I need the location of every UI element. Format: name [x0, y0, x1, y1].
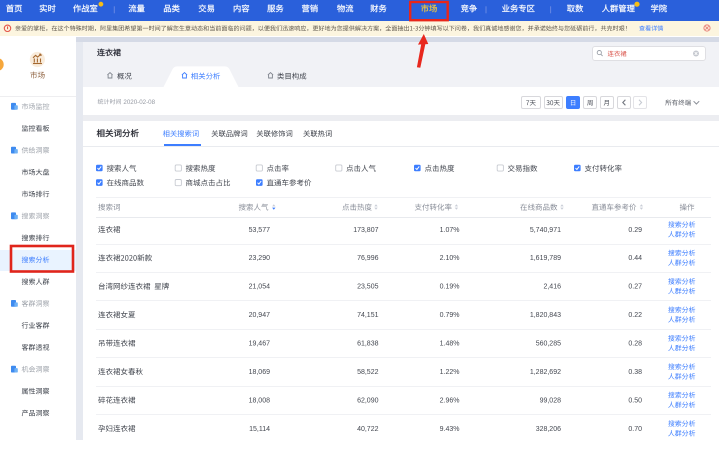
- svg-text:1,282,692: 1,282,692: [530, 369, 561, 376]
- svg-text:23,290: 23,290: [249, 255, 271, 262]
- svg-text:23,505: 23,505: [357, 284, 379, 291]
- svg-text:99,028: 99,028: [540, 397, 562, 404]
- svg-text:0.19%: 0.19%: [440, 284, 460, 291]
- svg-text:20,947: 20,947: [249, 312, 271, 319]
- svg-text:0.70: 0.70: [628, 426, 642, 433]
- svg-text:19,467: 19,467: [249, 341, 271, 348]
- svg-text:62,090: 62,090: [357, 397, 379, 404]
- svg-text:18,008: 18,008: [249, 397, 271, 404]
- svg-text:328,206: 328,206: [536, 426, 561, 433]
- svg-text:0.22: 0.22: [628, 312, 642, 319]
- svg-text:2,416: 2,416: [543, 284, 561, 291]
- svg-text:173,807: 173,807: [353, 227, 378, 234]
- svg-text:15,114: 15,114: [249, 426, 270, 433]
- svg-text:61,838: 61,838: [357, 341, 379, 348]
- svg-text:0.38: 0.38: [628, 369, 642, 376]
- svg-text:0.29: 0.29: [628, 227, 642, 234]
- svg-text:53,577: 53,577: [249, 227, 271, 234]
- svg-text:1.48%: 1.48%: [440, 341, 460, 348]
- svg-text:0.27: 0.27: [628, 284, 642, 291]
- svg-text:1.22%: 1.22%: [440, 369, 460, 376]
- svg-text:1,820,843: 1,820,843: [530, 312, 561, 319]
- svg-text:2.96%: 2.96%: [440, 397, 460, 404]
- svg-text:40,722: 40,722: [357, 426, 379, 433]
- svg-text:21,054: 21,054: [249, 284, 271, 291]
- svg-text:560,285: 560,285: [536, 341, 561, 348]
- svg-text:76,996: 76,996: [357, 255, 379, 262]
- svg-text:5,740,971: 5,740,971: [530, 227, 561, 234]
- svg-text:1.07%: 1.07%: [440, 227, 460, 234]
- svg-text:1,619,789: 1,619,789: [530, 255, 561, 262]
- svg-text:0.44: 0.44: [628, 255, 642, 262]
- svg-text:2.10%: 2.10%: [440, 255, 460, 262]
- svg-text:0.50: 0.50: [628, 397, 642, 404]
- svg-text:0.28: 0.28: [628, 341, 642, 348]
- svg-text:2020-02-08: 2020-02-08: [123, 99, 155, 106]
- svg-text:18,069: 18,069: [249, 369, 271, 376]
- svg-text:74,151: 74,151: [357, 312, 379, 319]
- svg-text:0.79%: 0.79%: [440, 312, 460, 319]
- svg-text:58,522: 58,522: [357, 369, 379, 376]
- svg-text:9.43%: 9.43%: [440, 426, 460, 433]
